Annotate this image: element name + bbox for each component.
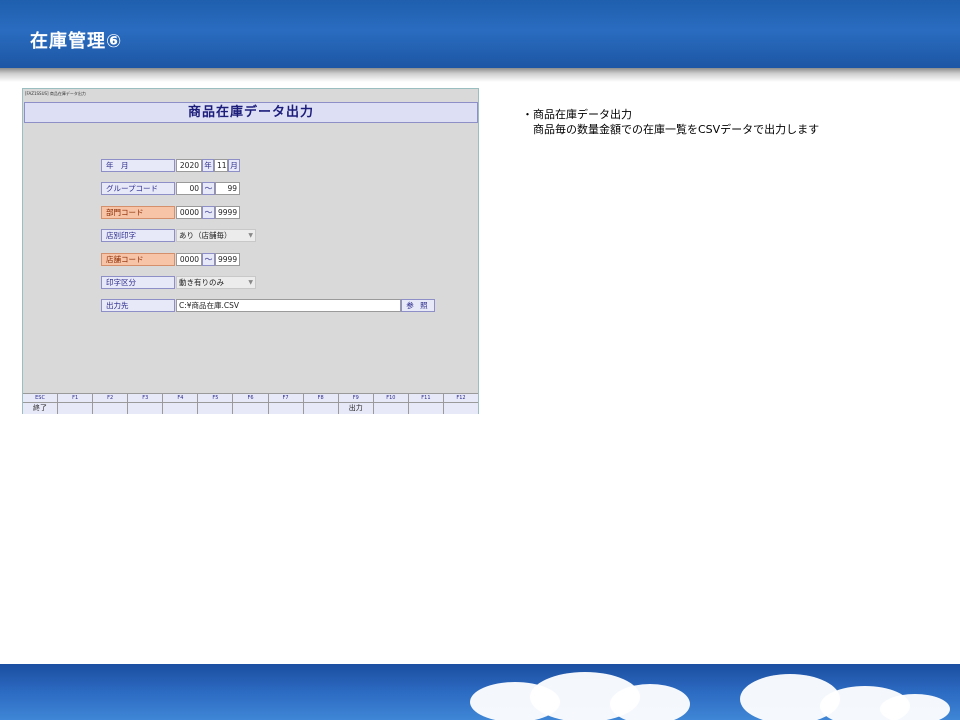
group-code-to-input[interactable]: 99 (215, 182, 240, 195)
fkey-f9[interactable]: F9 出力 (338, 394, 374, 414)
chevron-down-icon: ▼ (248, 232, 253, 239)
cloud-shape (610, 684, 690, 720)
output-label: 出力先 (101, 299, 175, 312)
fkey-label (373, 403, 408, 414)
year-month-label: 年 月 (101, 159, 175, 172)
footer-sky-banner (0, 664, 960, 720)
fkey-label (303, 403, 338, 414)
fkey-name: F10 (373, 394, 408, 403)
group-code-from-input[interactable]: 00 (176, 182, 202, 195)
print-type-label: 印字区分 (101, 276, 175, 289)
dept-code-tilde: 〜 (202, 206, 215, 219)
dept-code-label: 部門コード (101, 206, 175, 219)
print-type-value: 動き有りのみ (179, 278, 224, 287)
store-print-label: 店別印字 (101, 229, 175, 242)
store-code-from-input[interactable]: 0000 (176, 253, 202, 266)
fkey-name: F9 (338, 394, 373, 403)
month-input[interactable]: 11 (214, 159, 228, 172)
fkey-name: F11 (408, 394, 443, 403)
group-code-tilde: 〜 (202, 182, 215, 195)
dept-code-to-input[interactable]: 9999 (215, 206, 240, 219)
fkey-label: 終了 (23, 403, 58, 414)
fkey-label (198, 403, 233, 414)
fkey-name: F5 (198, 394, 233, 403)
fkey-f11[interactable]: F11 (408, 394, 444, 414)
app-window-screenshot: [FAZ1SSUS] 商品在庫データ出力 商品在庫データ出力 年 月 2020 … (22, 88, 479, 414)
description-note: ・商品在庫データ出力 商品毎の数量金額での在庫一覧をCSVデータで出力します (522, 107, 819, 137)
fkey-label: 出力 (338, 403, 373, 414)
fkey-label (93, 403, 128, 414)
fkey-name: ESC (23, 394, 58, 403)
fkey-name: F6 (233, 394, 268, 403)
fkey-f3[interactable]: F3 (128, 394, 164, 414)
store-print-value: あり（店舗毎） (179, 231, 232, 240)
fkey-f5[interactable]: F5 (198, 394, 234, 414)
fkey-label (408, 403, 443, 414)
fkey-name: F3 (128, 394, 163, 403)
window-caption: [FAZ1SSUS] 商品在庫データ出力 (25, 91, 86, 96)
fkey-f1[interactable]: F1 (58, 394, 94, 414)
fkey-label (58, 403, 93, 414)
fkey-esc[interactable]: ESC 終了 (23, 394, 59, 414)
fkey-name: F7 (268, 394, 303, 403)
chevron-down-icon: ▼ (248, 279, 253, 286)
screen-title: 商品在庫データ出力 (24, 102, 478, 123)
fkey-f12[interactable]: F12 (443, 394, 479, 414)
cloud-shape (880, 694, 950, 720)
group-code-label: グループコード (101, 182, 175, 195)
function-key-bar: ESC 終了 F1 F2 F3 F4 F5 F6 F7 F8 F9 出力 F10 F… (23, 393, 479, 414)
fkey-name: F2 (93, 394, 128, 403)
header-shadow (0, 68, 960, 82)
store-code-tilde: 〜 (202, 253, 215, 266)
fkey-label (128, 403, 163, 414)
note-line-1: ・商品在庫データ出力 (522, 108, 632, 121)
slide-title: 在庫管理⑥ (30, 31, 123, 52)
year-input[interactable]: 2020 (176, 159, 202, 172)
fkey-name: F8 (303, 394, 338, 403)
store-print-select[interactable]: あり（店舗毎） ▼ (176, 229, 256, 242)
fkey-f8[interactable]: F8 (303, 394, 339, 414)
fkey-f4[interactable]: F4 (163, 394, 199, 414)
fkey-label (268, 403, 303, 414)
store-code-to-input[interactable]: 9999 (215, 253, 240, 266)
note-line-2: 商品毎の数量金額での在庫一覧をCSVデータで出力します (533, 123, 820, 136)
year-unit: 年 (202, 159, 214, 172)
browse-button[interactable]: 参 照 (401, 299, 435, 312)
month-unit: 月 (228, 159, 240, 172)
fkey-name: F1 (58, 394, 93, 403)
fkey-name: F12 (443, 394, 479, 403)
slide-header: 在庫管理⑥ (0, 0, 960, 68)
fkey-label (443, 403, 479, 414)
fkey-f2[interactable]: F2 (93, 394, 129, 414)
fkey-f6[interactable]: F6 (233, 394, 269, 414)
store-code-label: 店舗コード (101, 253, 175, 266)
fkey-f7[interactable]: F7 (268, 394, 304, 414)
output-path-input[interactable]: C:¥商品在庫.CSV (176, 299, 401, 312)
fkey-f10[interactable]: F10 (373, 394, 409, 414)
fkey-label (163, 403, 198, 414)
fkey-label (233, 403, 268, 414)
fkey-name: F4 (163, 394, 198, 403)
dept-code-from-input[interactable]: 0000 (176, 206, 202, 219)
print-type-select[interactable]: 動き有りのみ ▼ (176, 276, 256, 289)
